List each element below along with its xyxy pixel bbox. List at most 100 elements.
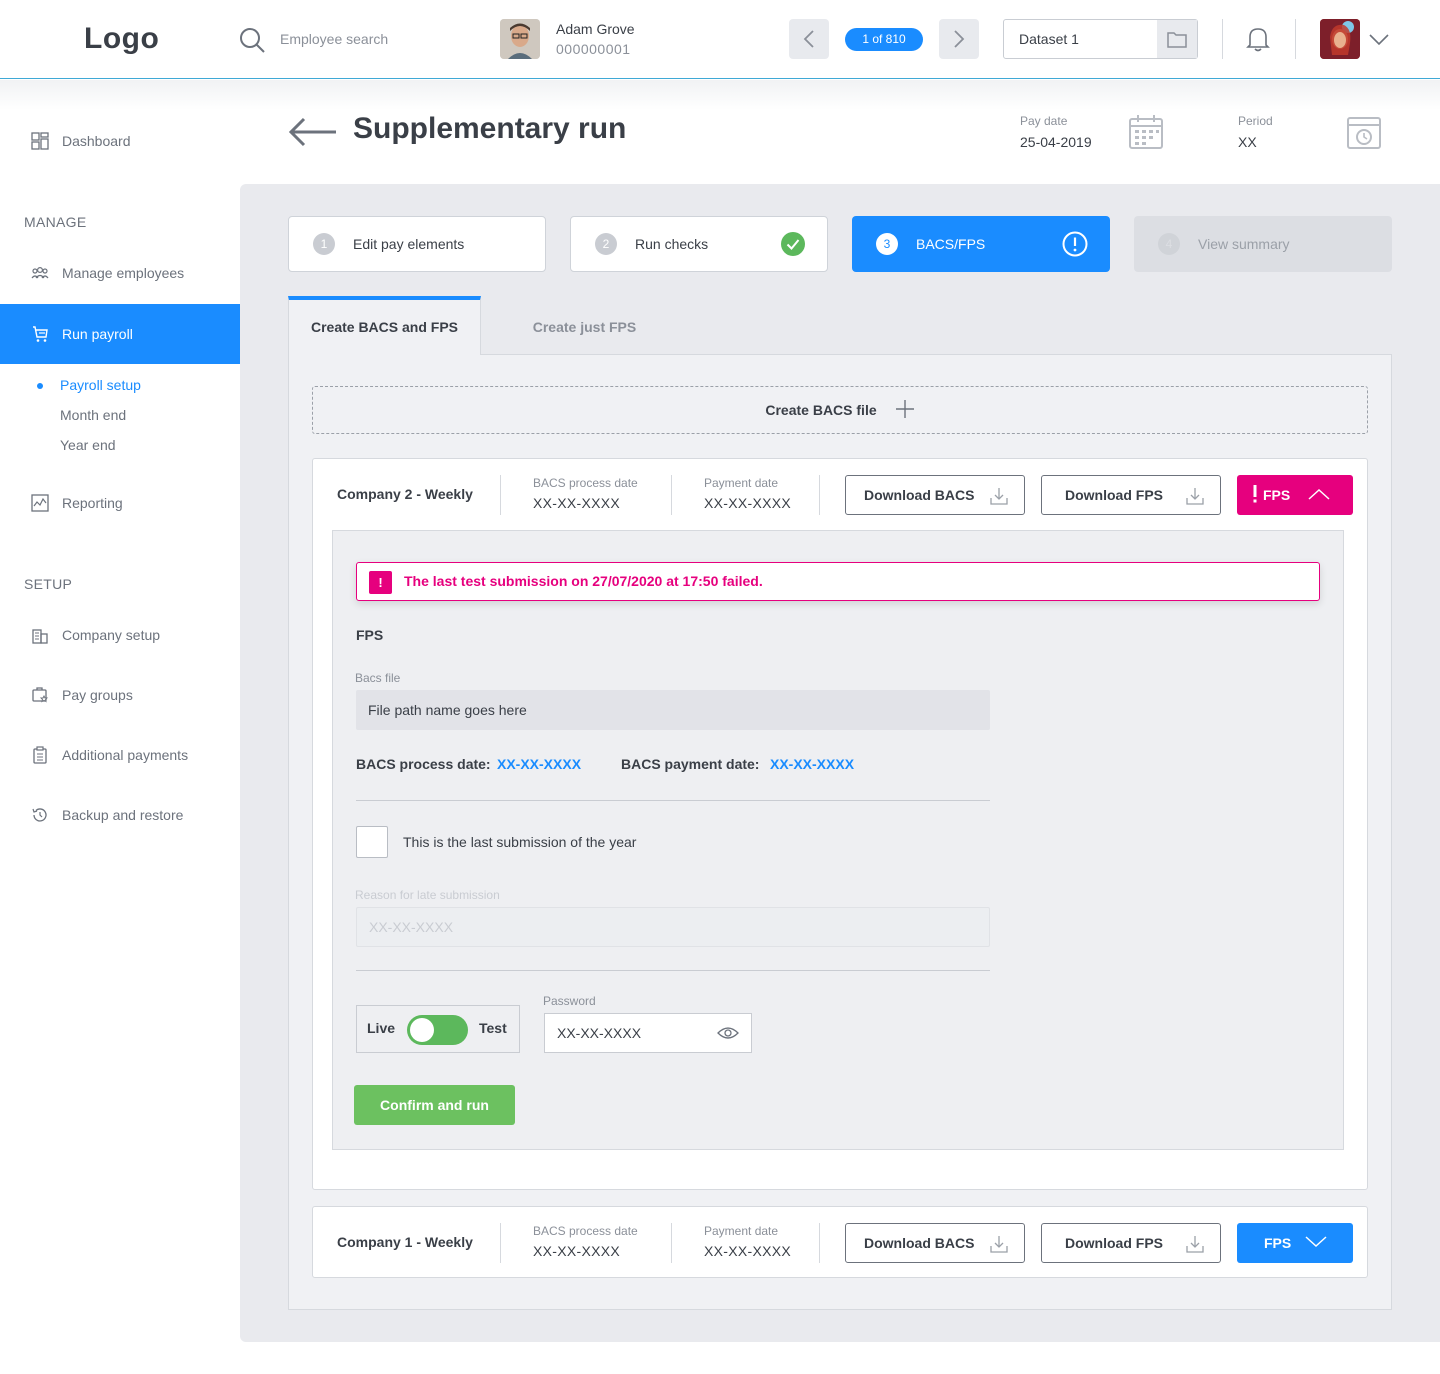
sidebar-item-label: Pay groups — [62, 687, 133, 703]
bacs-process-date-link[interactable]: XX-XX-XXXX — [497, 756, 581, 772]
chevron-right-icon — [954, 30, 965, 48]
pay-groups-icon — [31, 686, 49, 704]
pay-date-label: Pay date — [1020, 114, 1068, 128]
alert-message: The last test submission on 27/07/2020 a… — [404, 573, 763, 589]
clipboard-icon — [31, 746, 49, 764]
step-edit-pay-elements[interactable]: 1 Edit pay elements — [288, 216, 546, 272]
bacs-process-date-label: BACS process date: — [356, 756, 491, 772]
toggle-knob — [410, 1018, 434, 1042]
step-number: 4 — [1158, 233, 1180, 255]
download-icon — [1186, 1235, 1204, 1256]
chart-icon — [31, 494, 49, 512]
toggle-live-label: Live — [367, 1020, 396, 1036]
reason-label: Reason for late submission — [355, 888, 500, 902]
back-arrow-icon[interactable] — [288, 116, 338, 153]
sidebar-item-additional-payments[interactable]: Additional payments — [0, 735, 240, 775]
search-icon[interactable] — [238, 26, 266, 54]
fps-section-title: FPS — [356, 627, 384, 643]
employee-id: 000000001 — [556, 41, 631, 57]
button-label: Download FPS — [1065, 487, 1163, 503]
folder-icon[interactable] — [1157, 20, 1197, 58]
sidebar-item-backup-restore[interactable]: Backup and restore — [0, 795, 240, 835]
dataset-label: Dataset 1 — [1019, 31, 1079, 47]
sidebar-item-label: Company setup — [62, 627, 161, 643]
download-icon — [1186, 487, 1204, 508]
step-label: View summary — [1198, 236, 1290, 252]
eye-icon[interactable] — [717, 1026, 739, 1043]
calendar-icon[interactable] — [1128, 114, 1164, 155]
confirm-and-run-button[interactable]: Confirm and run — [354, 1085, 515, 1125]
sidebar-item-label: Additional payments — [62, 747, 189, 763]
reason-placeholder: XX-XX-XXXX — [369, 919, 454, 935]
page-title: Supplementary run — [353, 112, 627, 145]
step-number: 2 — [595, 233, 617, 255]
divider — [819, 1223, 820, 1263]
live-test-toggle[interactable] — [407, 1015, 468, 1045]
bacs-file-label: Bacs file — [355, 671, 401, 685]
bacs-process-date-value: XX-XX-XXXX — [533, 495, 621, 511]
download-fps-button[interactable]: Download FPS — [1041, 1223, 1221, 1263]
sidebar-subitem-payroll-setup[interactable]: Payroll setup — [60, 377, 141, 393]
exclamation-icon — [1253, 484, 1257, 506]
step-number: 1 — [313, 233, 335, 255]
sidebar-subitem-month-end[interactable]: Month end — [60, 407, 126, 423]
download-bacs-button[interactable]: Download BACS — [845, 475, 1025, 515]
chevron-down-icon[interactable] — [1368, 28, 1390, 55]
next-employee-button[interactable] — [939, 19, 979, 59]
chevron-down-icon — [1305, 1235, 1327, 1251]
dashboard-icon — [31, 132, 49, 150]
calendar-clock-icon[interactable] — [1346, 114, 1382, 155]
bell-icon[interactable] — [1246, 25, 1270, 58]
divider — [356, 800, 990, 801]
sidebar-heading-setup: SETUP — [24, 576, 73, 592]
divider — [356, 970, 990, 971]
divider — [819, 475, 820, 515]
download-bacs-button[interactable]: Download BACS — [845, 1223, 1025, 1263]
bacs-process-date-value: XX-XX-XXXX — [533, 1243, 621, 1259]
sidebar-item-company-setup[interactable]: Company setup — [0, 615, 240, 655]
dataset-select[interactable]: Dataset 1 — [1003, 19, 1198, 59]
sidebar-item-run-payroll[interactable]: Run payroll — [0, 304, 240, 364]
tab-create-bacs-and-fps[interactable]: Create BACS and FPS — [288, 296, 481, 355]
company-card-collapsed: Company 1 - Weekly BACS process date XX-… — [312, 1206, 1368, 1278]
previous-employee-button[interactable] — [789, 19, 829, 59]
payment-date-value: XX-XX-XXXX — [704, 495, 792, 511]
employee-search-input[interactable]: Employee search — [280, 31, 388, 47]
step-number: 3 — [876, 233, 898, 255]
tab-create-just-fps[interactable]: Create just FPS — [481, 300, 688, 354]
step-bacs-fps[interactable]: 3 BACS/FPS — [852, 216, 1110, 272]
download-fps-button[interactable]: Download FPS — [1041, 475, 1221, 515]
company-name: Company 1 - Weekly — [337, 1234, 473, 1250]
password-label: Password — [543, 994, 596, 1008]
sidebar-item-dashboard[interactable]: Dashboard — [0, 121, 240, 161]
toggle-test-label: Test — [479, 1020, 507, 1036]
employee-avatar — [500, 19, 540, 59]
people-icon — [31, 264, 49, 282]
sidebar-item-label: Manage employees — [62, 265, 185, 281]
check-circle-icon — [781, 232, 805, 259]
create-bacs-file-button[interactable]: Create BACS file — [312, 386, 1368, 434]
warning-circle-icon — [1062, 231, 1088, 260]
sidebar-item-reporting[interactable]: Reporting — [0, 483, 240, 523]
fps-toggle-button[interactable]: FPS — [1237, 475, 1353, 515]
period-value: XX — [1238, 134, 1257, 150]
step-view-summary: 4 View summary — [1134, 216, 1392, 272]
password-input[interactable]: XX-XX-XXXX — [544, 1013, 752, 1053]
building-icon — [31, 626, 49, 644]
sidebar-item-manage-employees[interactable]: Manage employees — [0, 253, 240, 293]
error-alert: ! The last test submission on 27/07/2020… — [356, 562, 1320, 601]
password-value: XX-XX-XXXX — [557, 1025, 642, 1041]
pay-date-value: 25-04-2019 — [1020, 134, 1092, 150]
bacs-payment-date-link[interactable]: XX-XX-XXXX — [770, 756, 854, 772]
chevron-up-icon — [1308, 487, 1330, 503]
sidebar-item-label: Run payroll — [62, 326, 133, 342]
sidebar-subitem-year-end[interactable]: Year end — [60, 437, 116, 453]
step-run-checks[interactable]: 2 Run checks — [570, 216, 828, 272]
user-avatar[interactable] — [1320, 19, 1360, 59]
fps-toggle-button[interactable]: FPS — [1237, 1223, 1353, 1263]
bacs-file-field[interactable]: File path name goes here — [356, 690, 990, 730]
divider — [671, 1223, 672, 1263]
sidebar-item-pay-groups[interactable]: Pay groups — [0, 675, 240, 715]
last-submission-checkbox[interactable] — [356, 826, 388, 858]
sidebar-item-label: Dashboard — [62, 133, 131, 149]
